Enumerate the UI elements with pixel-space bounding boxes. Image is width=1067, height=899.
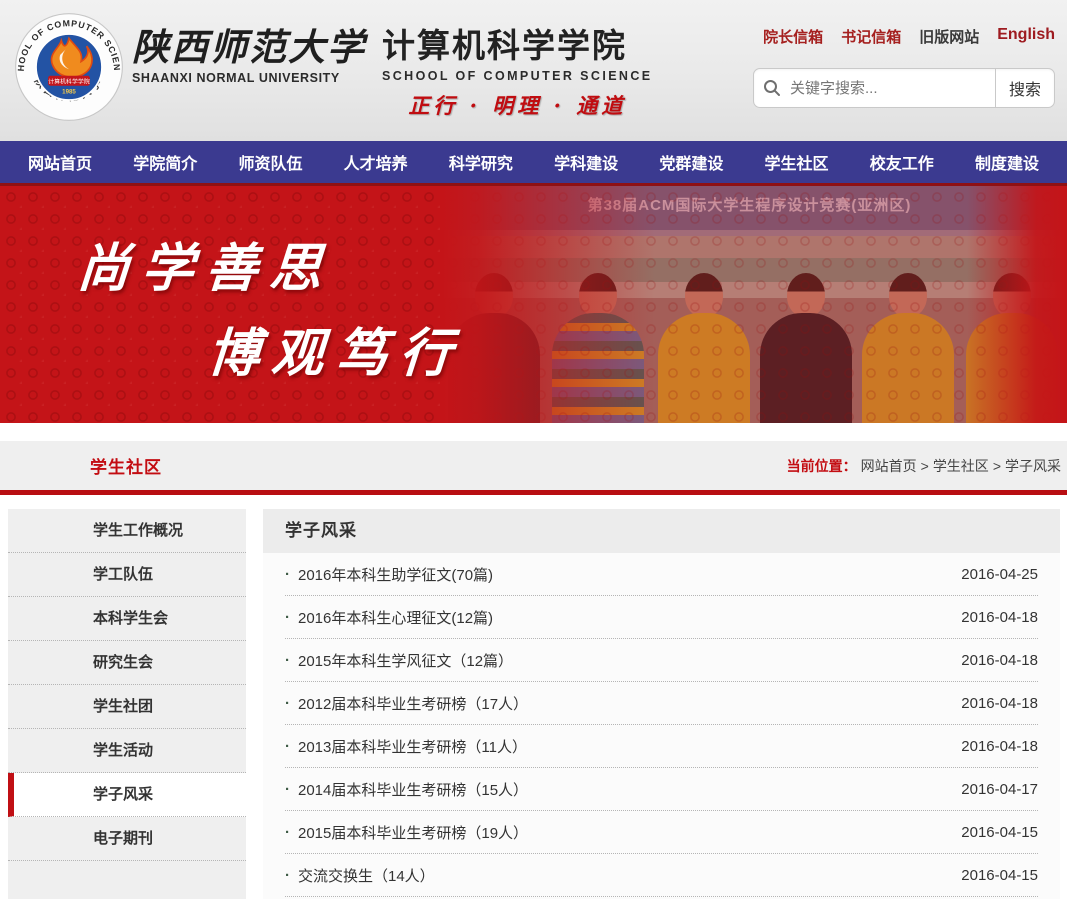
article-date: 2016-04-25 <box>961 566 1038 583</box>
nav-item-home[interactable]: 网站首页 <box>28 150 92 174</box>
nav-item-faculty[interactable]: 师资队伍 <box>238 150 302 174</box>
bullet-icon: · <box>285 609 290 626</box>
sidebar-item-ejournal[interactable]: 电子期刊 <box>8 817 246 861</box>
bullet-icon: · <box>285 566 290 583</box>
university-name-en: SHAANXI NORMAL UNIVERSITY <box>132 71 366 85</box>
site-header: SCHOOL OF COMPUTER SCIENCE 陕西师范大学 计算机科学学… <box>0 0 1067 141</box>
sidebar-item-student-style[interactable]: 学子风采 <box>8 773 246 817</box>
search-box: 搜索 <box>753 68 1055 108</box>
article-row: · 交流交换生（14人） 2016-04-15 <box>285 854 1038 897</box>
bullet-icon: · <box>285 738 290 755</box>
sidebar-item-overview[interactable]: 学生工作概况 <box>8 509 246 553</box>
seal-year: 1985 <box>62 88 76 95</box>
link-secretary-mailbox[interactable]: 书记信箱 <box>841 26 901 47</box>
nav-item-discipline[interactable]: 学科建设 <box>554 150 618 174</box>
nav-item-talent[interactable]: 人才培养 <box>344 150 408 174</box>
school-motto: 正行 · 明理 · 通道 <box>382 90 653 120</box>
breadcrumb-separator: > <box>921 458 929 474</box>
page: SCHOOL OF COMPUTER SCIENCE 陕西师范大学 计算机科学学… <box>0 0 1067 899</box>
article-link[interactable]: 2015届本科毕业生考研榜（19人） <box>298 822 528 843</box>
article-date: 2016-04-18 <box>961 695 1038 712</box>
sidebar-item-clubs[interactable]: 学生社团 <box>8 685 246 729</box>
sidebar-menu: 学生工作概况 学工队伍 本科学生会 研究生会 学生社团 学生活动 学子风采 电子… <box>8 509 246 899</box>
bullet-icon: · <box>285 781 290 798</box>
article-link[interactable]: 2016年本科生助学征文(70篇) <box>298 564 493 585</box>
main-nav: 网站首页 学院简介 师资队伍 人才培养 科学研究 学科建设 党群建设 学生社区 … <box>0 141 1067 183</box>
university-name-cn: 陕西师范大学 <box>132 28 366 67</box>
search-icon <box>754 79 790 97</box>
section-title: 学生社区 <box>90 453 162 478</box>
breadcrumb-home[interactable]: 网站首页 <box>861 456 917 476</box>
search-input[interactable] <box>790 80 995 97</box>
bullet-icon: · <box>285 695 290 712</box>
school-name-cn: 计算机科学学院 <box>382 28 653 64</box>
sidebar-item-grad-union[interactable]: 研究生会 <box>8 641 246 685</box>
breadcrumb-label: 当前位置： <box>787 456 857 476</box>
article-date: 2016-04-18 <box>961 738 1038 755</box>
article-link[interactable]: 2015年本科生学风征文（12篇） <box>298 650 513 671</box>
article-date: 2016-04-15 <box>961 867 1038 884</box>
nav-item-research[interactable]: 科学研究 <box>449 150 513 174</box>
article-list: · 2016年本科生助学征文(70篇) 2016-04-25 · 2016年本科… <box>263 553 1060 897</box>
breadcrumb-current[interactable]: 学子风采 <box>1005 456 1061 476</box>
article-row: · 2013届本科毕业生考研榜（11人） 2016-04-18 <box>285 725 1038 768</box>
sidebar-item-activities[interactable]: 学生活动 <box>8 729 246 773</box>
article-link[interactable]: 2014届本科毕业生考研榜（15人） <box>298 779 528 800</box>
article-link[interactable]: 2013届本科毕业生考研榜（11人） <box>298 736 527 757</box>
header-right: 院长信箱 书记信箱 旧版网站 English 搜索 <box>735 26 1055 108</box>
article-date: 2016-04-15 <box>961 824 1038 841</box>
banner-fade-right <box>442 186 1067 423</box>
section-bar: 学生社区 当前位置： 网站首页 > 学生社区 > 学子风采 <box>0 441 1067 490</box>
link-english[interactable]: English <box>997 26 1055 47</box>
banner-photo: 第38届ACM国际大学生程序设计竞赛(亚洲区) <box>442 186 1067 423</box>
bullet-icon: · <box>285 867 290 884</box>
article-link[interactable]: 2016年本科生心理征文(12篇) <box>298 607 493 628</box>
main-title: 学子风采 <box>263 509 1060 553</box>
article-date: 2016-04-18 <box>961 652 1038 669</box>
banner-slogan-line2: 博观笃行 <box>205 311 466 386</box>
article-row: · 2016年本科生助学征文(70篇) 2016-04-25 <box>285 553 1038 596</box>
hero-banner: 第38届ACM国际大学生程序设计竞赛(亚洲区) 尚学善思 博观笃行 <box>0 183 1067 423</box>
nav-item-about[interactable]: 学院简介 <box>133 150 197 174</box>
breadcrumb-student-community[interactable]: 学生社区 <box>933 456 989 476</box>
nav-item-alumni[interactable]: 校友工作 <box>870 150 934 174</box>
nav-item-party[interactable]: 党群建设 <box>659 150 723 174</box>
brand-block: 陕西师范大学 SHAANXI NORMAL UNIVERSITY 计算机科学学院… <box>132 28 653 120</box>
link-old-site[interactable]: 旧版网站 <box>919 26 979 47</box>
breadcrumb: 当前位置： 网站首页 > 学生社区 > 学子风采 <box>787 456 1061 476</box>
sidebar-item-staff[interactable]: 学工队伍 <box>8 553 246 597</box>
main-content: 学子风采 · 2016年本科生助学征文(70篇) 2016-04-25 · 20… <box>263 509 1060 899</box>
article-row: · 2014届本科毕业生考研榜（15人） 2016-04-17 <box>285 768 1038 811</box>
seal-inner-label: 计算机科学学院 <box>48 78 90 86</box>
school-seal-icon: SCHOOL OF COMPUTER SCIENCE 陕西师范大学 计算机科学学… <box>14 12 124 122</box>
search-button[interactable]: 搜索 <box>996 69 1054 107</box>
article-row: · 2012届本科毕业生考研榜（17人） 2016-04-18 <box>285 682 1038 725</box>
article-link[interactable]: 2012届本科毕业生考研榜（17人） <box>298 693 528 714</box>
breadcrumb-separator: > <box>993 458 1001 474</box>
article-row: · 2016年本科生心理征文(12篇) 2016-04-18 <box>285 596 1038 639</box>
article-row: · 2015年本科生学风征文（12篇） 2016-04-18 <box>285 639 1038 682</box>
quick-links: 院长信箱 书记信箱 旧版网站 English <box>735 26 1055 47</box>
bullet-icon: · <box>285 652 290 669</box>
article-date: 2016-04-17 <box>961 781 1038 798</box>
school-name-block: 计算机科学学院 SCHOOL OF COMPUTER SCIENCE 正行 · … <box>382 28 653 120</box>
school-logo[interactable]: SCHOOL OF COMPUTER SCIENCE 陕西师范大学 计算机科学学… <box>14 12 124 126</box>
bullet-icon: · <box>285 824 290 841</box>
nav-item-institution[interactable]: 制度建设 <box>975 150 1039 174</box>
article-link[interactable]: 交流交换生（14人） <box>298 865 435 886</box>
banner-slogan-line1: 尚学善思 <box>75 226 336 301</box>
article-row: · 2015届本科毕业生考研榜（19人） 2016-04-15 <box>285 811 1038 854</box>
nav-item-student-community[interactable]: 学生社区 <box>765 150 829 174</box>
school-name-en: SCHOOL OF COMPUTER SCIENCE <box>382 69 653 83</box>
article-date: 2016-04-18 <box>961 609 1038 626</box>
link-dean-mailbox[interactable]: 院长信箱 <box>763 26 823 47</box>
sidebar-item-undergrad-union[interactable]: 本科学生会 <box>8 597 246 641</box>
university-name-block: 陕西师范大学 SHAANXI NORMAL UNIVERSITY <box>132 28 366 120</box>
content-columns: 学生工作概况 学工队伍 本科学生会 研究生会 学生社团 学生活动 学子风采 电子… <box>0 495 1067 899</box>
